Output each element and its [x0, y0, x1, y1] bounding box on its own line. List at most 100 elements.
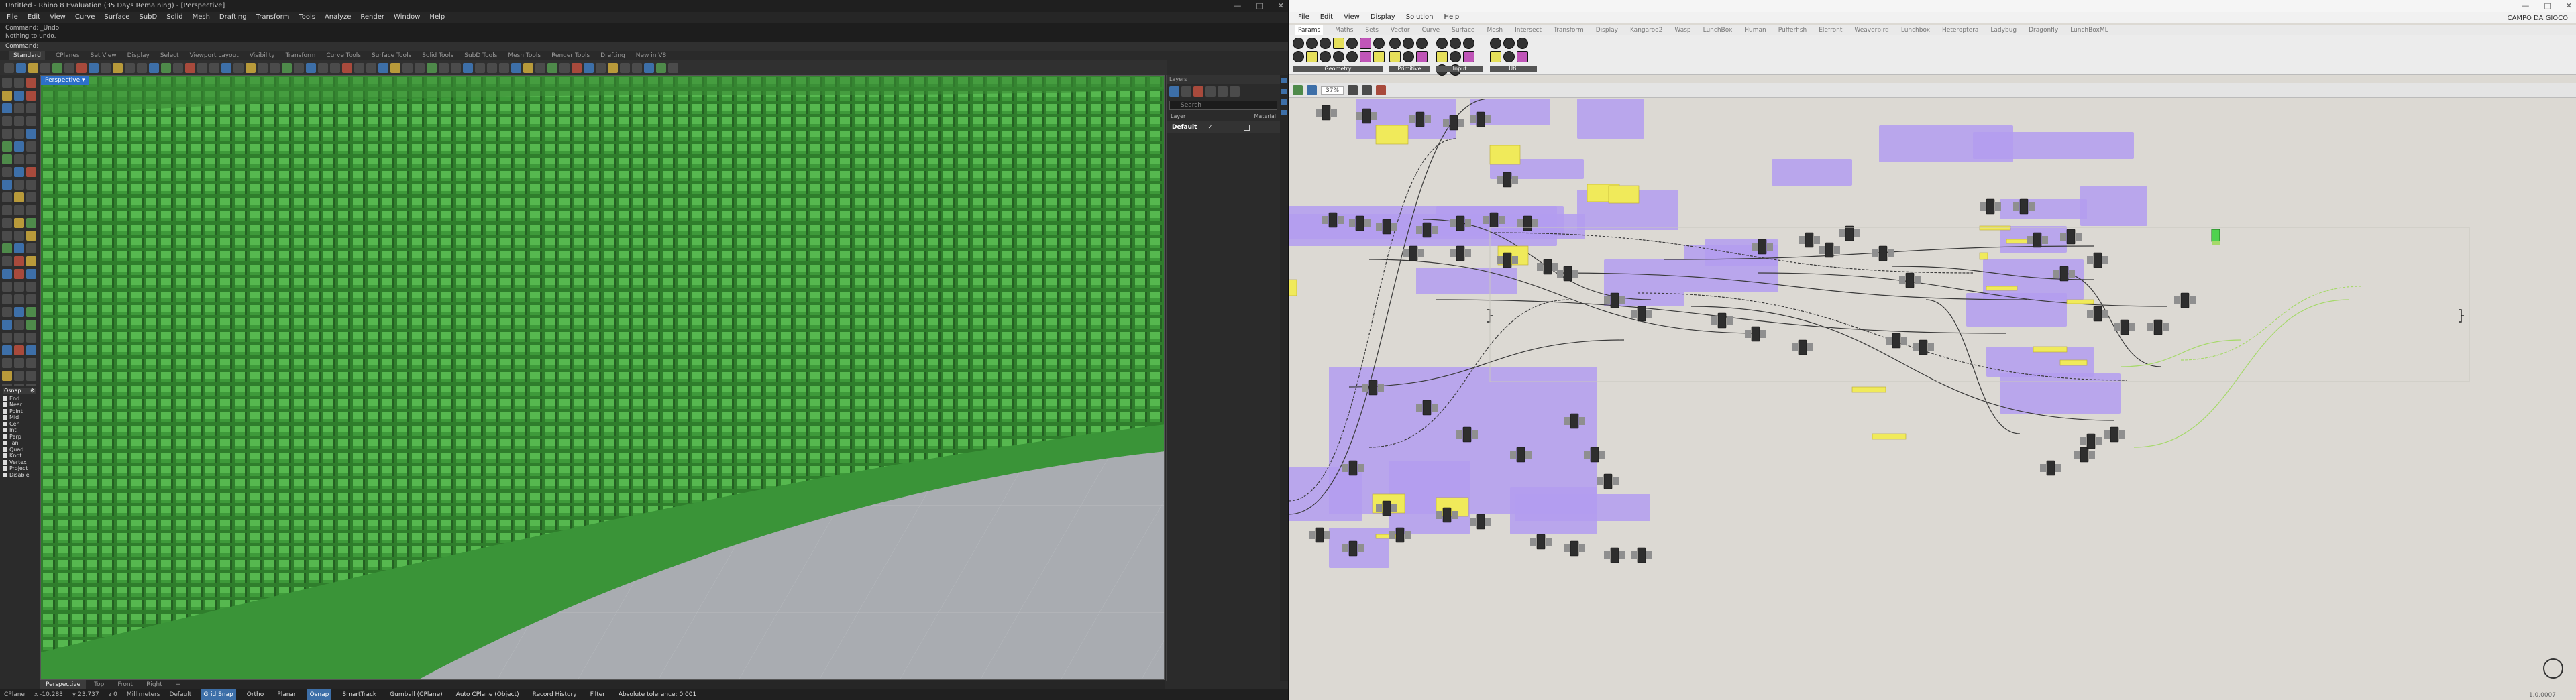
- tool-icon[interactable]: [2, 218, 12, 228]
- gh-component[interactable]: [1516, 447, 1525, 463]
- delete-layer-icon[interactable]: [1193, 86, 1203, 97]
- tool-icon[interactable]: [26, 167, 36, 177]
- gh-component-icon[interactable]: [1463, 51, 1474, 62]
- gh-component[interactable]: [1342, 544, 1348, 552]
- checkbox-icon[interactable]: [3, 415, 7, 420]
- gh-component[interactable]: [2089, 451, 2095, 459]
- command-line[interactable]: Command:: [0, 42, 1288, 51]
- gh-component[interactable]: [1472, 430, 1478, 439]
- gh-component[interactable]: [1338, 216, 1344, 224]
- gh-component[interactable]: [1899, 276, 1905, 284]
- move-up-icon[interactable]: [1205, 86, 1216, 97]
- tool-icon[interactable]: [14, 167, 24, 177]
- gh-component[interactable]: [1603, 473, 1613, 489]
- gh-component-icon[interactable]: [1320, 38, 1331, 49]
- gh-component[interactable]: [1483, 216, 1489, 224]
- gh-component[interactable]: [2080, 447, 2089, 463]
- gh-component[interactable]: [1872, 249, 1878, 257]
- tool-icon[interactable]: [2, 231, 12, 241]
- gh-component[interactable]: [1564, 544, 1570, 552]
- gh-component-icon[interactable]: [1306, 38, 1318, 49]
- gh-component[interactable]: [1546, 538, 1552, 546]
- toolbar-icon[interactable]: [246, 62, 256, 73]
- gh-component[interactable]: [1376, 223, 1382, 231]
- toolbar-tab[interactable]: Render Tools: [551, 51, 590, 60]
- toolbar-icon[interactable]: [415, 62, 425, 73]
- gh-component[interactable]: [1355, 215, 1364, 231]
- gh-component[interactable]: [1579, 417, 1585, 425]
- gh-component[interactable]: [2027, 236, 2033, 244]
- gh-component-icon[interactable]: [1333, 51, 1344, 62]
- gh-menu-item[interactable]: Solution: [1406, 12, 1434, 23]
- gh-component-icon[interactable]: [1306, 51, 1318, 62]
- gh-component[interactable]: [2060, 233, 2066, 241]
- tool-icon[interactable]: [14, 78, 24, 88]
- gh-canvas[interactable]: [1289, 99, 2576, 691]
- tool-icon[interactable]: [26, 192, 36, 202]
- status-layer[interactable]: Default: [169, 689, 191, 700]
- gh-component[interactable]: [1432, 404, 1438, 412]
- osnap-item[interactable]: Near: [3, 402, 36, 408]
- gh-component[interactable]: [1456, 430, 1462, 439]
- gh-component[interactable]: [1913, 343, 1919, 351]
- gh-component[interactable]: [1530, 538, 1536, 546]
- gh-component[interactable]: [1432, 226, 1438, 234]
- tool-icon[interactable]: [2, 243, 12, 253]
- gh-component[interactable]: [2120, 319, 2129, 335]
- gh-component[interactable]: [1537, 263, 1543, 271]
- toolbar-icon[interactable]: [342, 62, 352, 73]
- tool-icon[interactable]: [26, 205, 36, 215]
- layer-search-input[interactable]: Search: [1169, 101, 1277, 110]
- gh-component[interactable]: [1415, 111, 1425, 127]
- gh-tab[interactable]: Dragonfly: [2029, 25, 2058, 35]
- tool-icon[interactable]: [14, 129, 24, 139]
- osnap-item[interactable]: Perp: [3, 434, 36, 441]
- tool-icon[interactable]: [2, 180, 12, 190]
- tool-icon[interactable]: [14, 358, 24, 368]
- gh-component[interactable]: [1613, 477, 1619, 485]
- gh-component[interactable]: [2033, 232, 2042, 248]
- zoom-extents-icon[interactable]: [1348, 85, 1358, 95]
- gh-component[interactable]: [1512, 256, 1518, 264]
- toolbar-icon[interactable]: [390, 62, 400, 73]
- status-toggle[interactable]: Grid Snap: [201, 689, 236, 700]
- gh-component[interactable]: [2114, 323, 2120, 331]
- gh-component[interactable]: [1358, 464, 1364, 472]
- gh-component[interactable]: [2129, 323, 2135, 331]
- gh-component[interactable]: [2102, 256, 2108, 264]
- checkbox-icon[interactable]: [3, 472, 7, 477]
- gh-component[interactable]: [1452, 511, 1458, 519]
- gh-component[interactable]: [1532, 219, 1538, 227]
- gh-component[interactable]: [1536, 534, 1546, 550]
- menu-item[interactable]: SubD: [139, 12, 157, 23]
- checkbox-icon[interactable]: [3, 434, 7, 439]
- gh-component[interactable]: [2053, 270, 2059, 278]
- gh-component-icon[interactable]: [1490, 38, 1501, 49]
- tool-icon[interactable]: [14, 180, 24, 190]
- toolbar-icon[interactable]: [233, 62, 244, 73]
- toolbar-icon[interactable]: [366, 62, 376, 73]
- toolbar-icon[interactable]: [608, 62, 618, 73]
- gh-tab[interactable]: Elefront: [1819, 25, 1842, 35]
- new-layer-icon[interactable]: [1169, 86, 1179, 97]
- status-toggle[interactable]: Ortho: [244, 689, 267, 700]
- gh-component-icon[interactable]: [1373, 38, 1385, 49]
- move-down-icon[interactable]: [1218, 86, 1228, 97]
- status-toggle[interactable]: Planar: [274, 689, 299, 700]
- gh-component-icon[interactable]: [1436, 51, 1448, 62]
- menu-item[interactable]: Transform: [256, 12, 290, 23]
- tool-icon[interactable]: [2, 333, 12, 343]
- gh-component[interactable]: [1878, 245, 1888, 261]
- toolbar-icon[interactable]: [330, 62, 340, 73]
- gh-component[interactable]: [2019, 198, 2029, 215]
- menu-item[interactable]: Help: [429, 12, 445, 23]
- gh-component[interactable]: [1342, 464, 1348, 472]
- gh-component-icon[interactable]: [1403, 51, 1414, 62]
- viewport-label[interactable]: Perspective ▾: [41, 76, 89, 85]
- checkbox-icon[interactable]: [3, 402, 7, 408]
- checkbox-icon[interactable]: [3, 441, 7, 446]
- gh-component[interactable]: [1525, 451, 1532, 459]
- toolbar-tab[interactable]: Select: [160, 51, 179, 60]
- toolbar-icon[interactable]: [402, 62, 413, 73]
- toolbar-icon[interactable]: [318, 62, 328, 73]
